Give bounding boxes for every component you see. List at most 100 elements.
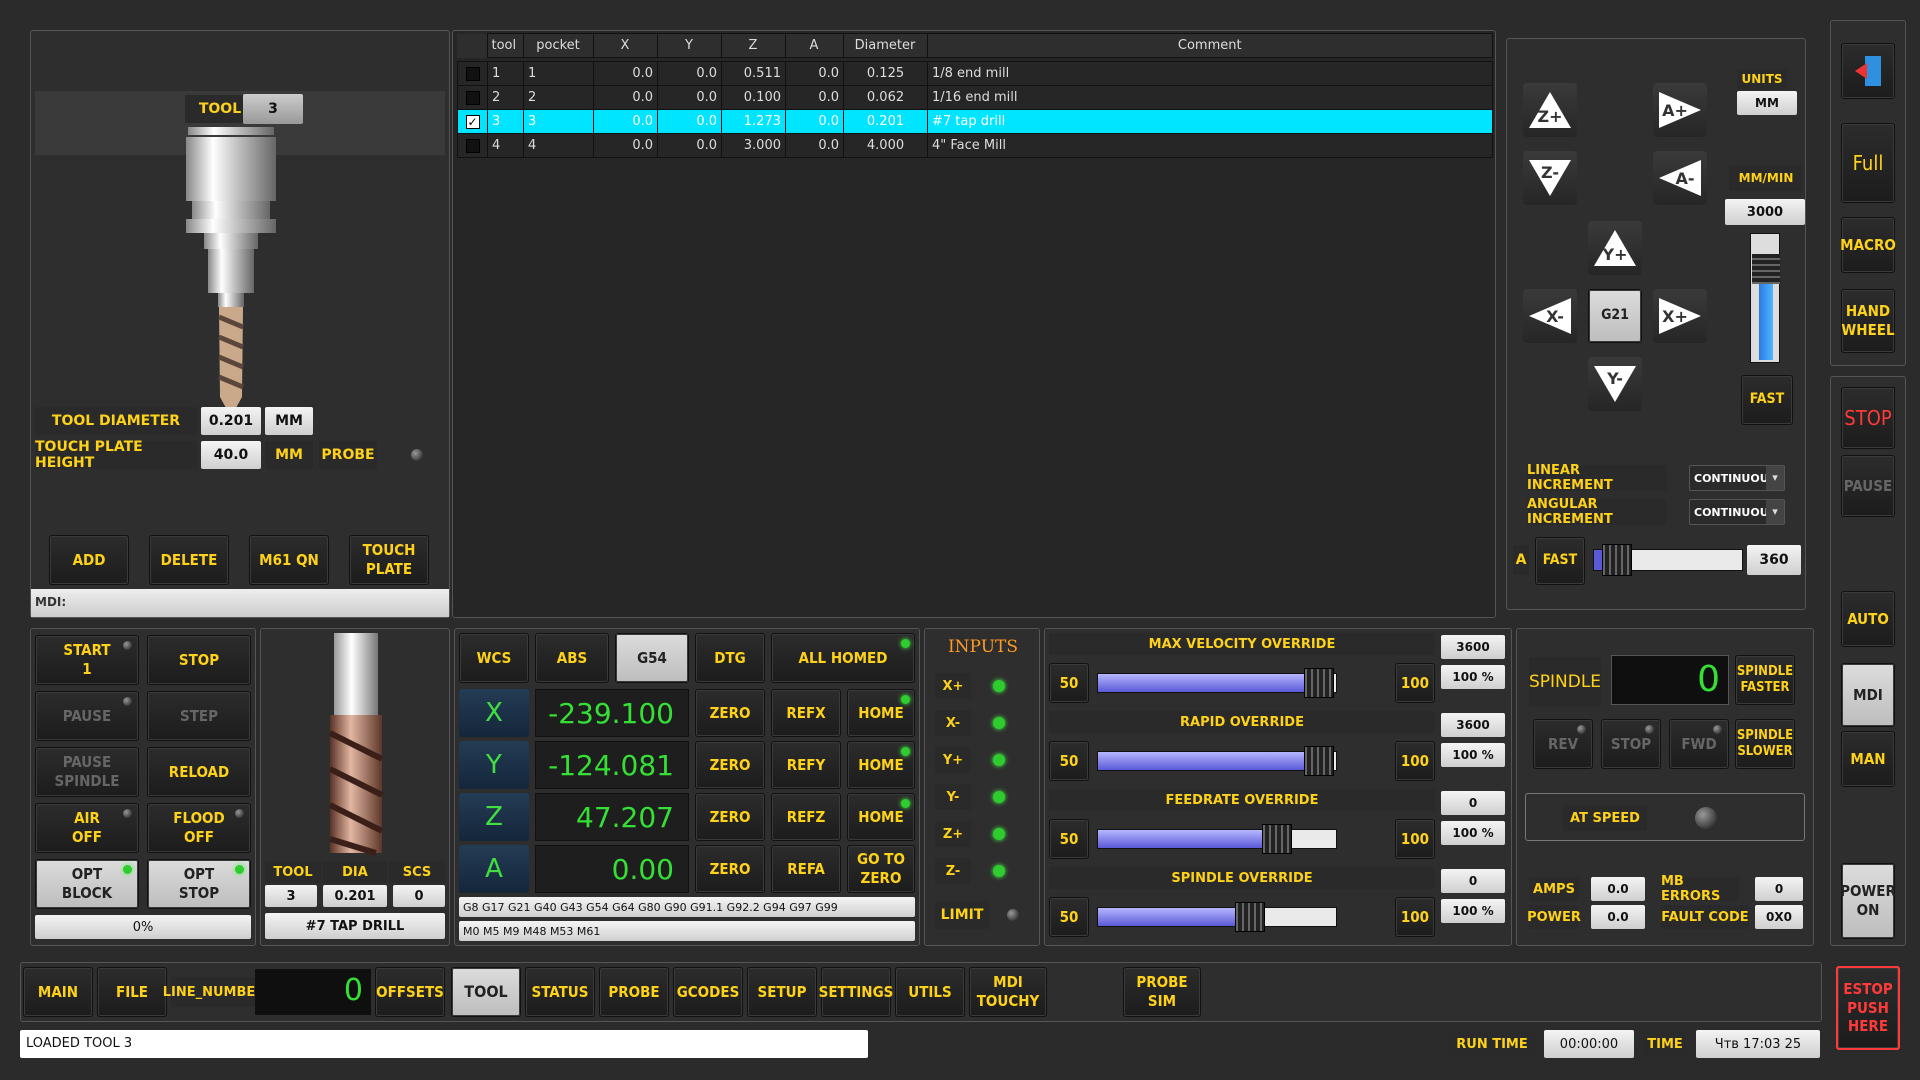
- table-cell[interactable]: 3: [487, 109, 524, 134]
- linear-increment-select[interactable]: CONTINUOUS ▾: [1689, 465, 1785, 491]
- override-0-thumb[interactable]: [1304, 668, 1334, 698]
- override-2-thumb[interactable]: [1262, 824, 1292, 854]
- header-x[interactable]: X: [592, 33, 658, 58]
- jog-a-minus-button[interactable]: A-: [1653, 151, 1707, 205]
- override-2-max-button[interactable]: 100: [1395, 819, 1435, 859]
- jog-x-plus-button[interactable]: X+: [1653, 289, 1707, 343]
- row-checkbox[interactable]: [457, 85, 488, 110]
- pause-button[interactable]: PAUSE: [1841, 455, 1895, 517]
- header-diameter[interactable]: Diameter: [842, 33, 928, 58]
- touch-plate-field[interactable]: 40.0: [201, 441, 261, 469]
- override-3-min-button[interactable]: 50: [1049, 897, 1089, 937]
- dtg-button[interactable]: DTG: [695, 633, 765, 683]
- tab-gcodes[interactable]: GCODES: [673, 967, 743, 1017]
- override-2-min-button[interactable]: 50: [1049, 819, 1089, 859]
- a-jog-thumb[interactable]: [1602, 544, 1632, 576]
- jog-z-minus-button[interactable]: Z-: [1523, 151, 1577, 205]
- table-cell[interactable]: 0.0: [657, 133, 722, 158]
- jog-x-minus-button[interactable]: X-: [1523, 289, 1577, 343]
- row-checkbox[interactable]: [457, 61, 488, 86]
- auto-button[interactable]: AUTO: [1841, 591, 1895, 647]
- manual-button[interactable]: MAN: [1841, 731, 1895, 787]
- table-row[interactable]: 2 2 0.0 0.0 0.100 0.0 0.062 1/16 end mill: [457, 85, 1493, 110]
- all-homed-button[interactable]: ALL HOMED: [771, 633, 915, 683]
- a-fast-button[interactable]: FAST: [1535, 537, 1585, 585]
- g21-button[interactable]: G21: [1588, 289, 1642, 343]
- tab-settings[interactable]: SETTINGS: [819, 967, 893, 1017]
- table-cell[interactable]: 1: [487, 61, 524, 86]
- power-on-button[interactable]: POWER ON: [1840, 863, 1896, 939]
- zero-x-button[interactable]: ZERO: [695, 689, 765, 737]
- override-0-min-button[interactable]: 50: [1049, 663, 1089, 703]
- estop-button[interactable]: ESTOP PUSH HERE: [1836, 966, 1900, 1050]
- jog-a-plus-button[interactable]: A+: [1653, 83, 1707, 137]
- override-2-slider[interactable]: [1097, 824, 1337, 854]
- table-cell[interactable]: 0.0: [657, 61, 722, 86]
- table-cell[interactable]: 0.0: [593, 109, 658, 134]
- override-3-slider[interactable]: [1097, 902, 1337, 932]
- abs-button[interactable]: ABS: [535, 633, 609, 683]
- axis-x-label[interactable]: X: [459, 689, 529, 737]
- table-cell[interactable]: 0.0: [785, 133, 844, 158]
- override-0-slider[interactable]: [1097, 668, 1337, 698]
- tab-main[interactable]: MAIN: [23, 967, 93, 1017]
- ref-z-button[interactable]: REFZ: [771, 793, 841, 841]
- table-cell[interactable]: 4: [523, 133, 594, 158]
- wcs-button[interactable]: WCS: [459, 633, 529, 683]
- row-checkbox[interactable]: [457, 133, 488, 158]
- ref-x-button[interactable]: REFX: [771, 689, 841, 737]
- axis-y-label[interactable]: Y: [459, 741, 529, 789]
- header-z[interactable]: Z: [720, 33, 786, 58]
- tab-mdi-touchy[interactable]: MDI TOUCHY: [969, 967, 1047, 1017]
- handwheel-button[interactable]: HAND WHEEL: [1841, 289, 1895, 353]
- header-tool[interactable]: tool: [486, 33, 524, 58]
- table-cell[interactable]: 2: [487, 85, 524, 110]
- tab-status[interactable]: STATUS: [525, 967, 595, 1017]
- macro-button[interactable]: MACRO: [1840, 217, 1896, 273]
- table-cell[interactable]: 0.0: [593, 85, 658, 110]
- spindle-slower-button[interactable]: SPINDLE SLOWER: [1735, 719, 1795, 769]
- a-jog-slider[interactable]: [1593, 544, 1743, 576]
- full-button[interactable]: Full: [1841, 123, 1895, 203]
- jog-z-plus-button[interactable]: Z+: [1523, 83, 1577, 137]
- home-a-button[interactable]: GO TO ZERO: [847, 845, 915, 893]
- table-cell[interactable]: 0.0: [785, 61, 844, 86]
- table-cell[interactable]: 3: [523, 109, 594, 134]
- jog-rate-value[interactable]: 3000: [1725, 199, 1805, 225]
- row-checkbox[interactable]: ✓: [457, 109, 488, 134]
- m61-qn-button[interactable]: M61 QN: [249, 535, 329, 585]
- tool-number[interactable]: 3: [243, 94, 303, 124]
- step-button[interactable]: STEP: [147, 691, 251, 741]
- mdi-input[interactable]: MDI:: [31, 589, 449, 617]
- table-row[interactable]: 1 1 0.0 0.0 0.511 0.0 0.125 1/8 end mill: [457, 61, 1493, 86]
- table-cell[interactable]: #7 tap drill: [927, 109, 1493, 134]
- table-cell[interactable]: 0.062: [843, 85, 928, 110]
- table-cell[interactable]: 0.511: [721, 61, 786, 86]
- tab-setup[interactable]: SETUP: [747, 967, 817, 1017]
- reload-button[interactable]: RELOAD: [147, 747, 251, 797]
- table-cell[interactable]: 4" Face Mill: [927, 133, 1493, 158]
- add-tool-button[interactable]: ADD: [49, 535, 129, 585]
- header-y[interactable]: Y: [656, 33, 722, 58]
- jog-rate-thumb[interactable]: [1752, 254, 1780, 284]
- table-cell[interactable]: 3.000: [721, 133, 786, 158]
- table-cell[interactable]: 0.0: [657, 109, 722, 134]
- override-3-thumb[interactable]: [1234, 902, 1265, 932]
- override-3-max-button[interactable]: 100: [1395, 897, 1435, 937]
- touch-plate-button[interactable]: TOUCH PLATE: [349, 535, 429, 585]
- jog-rate-slider[interactable]: [1750, 233, 1780, 363]
- tool-diameter-field[interactable]: 0.201: [201, 407, 261, 435]
- tab-tool[interactable]: TOOL: [451, 967, 521, 1017]
- table-cell[interactable]: 0.125: [843, 61, 928, 86]
- header-comment[interactable]: Comment: [926, 33, 1493, 58]
- override-1-max-button[interactable]: 100: [1395, 741, 1435, 781]
- table-row[interactable]: ✓ 3 3 0.0 0.0 1.273 0.0 0.201 #7 tap drill: [457, 109, 1493, 134]
- table-cell[interactable]: 0.0: [785, 85, 844, 110]
- ref-y-button[interactable]: REFY: [771, 741, 841, 789]
- pause-spindle-button[interactable]: PAUSE SPINDLE: [35, 747, 139, 797]
- delete-tool-button[interactable]: DELETE: [149, 535, 229, 585]
- table-cell[interactable]: 1/16 end mill: [927, 85, 1493, 110]
- exit-button[interactable]: [1841, 43, 1895, 99]
- header-a[interactable]: A: [784, 33, 844, 58]
- override-1-thumb[interactable]: [1304, 746, 1334, 776]
